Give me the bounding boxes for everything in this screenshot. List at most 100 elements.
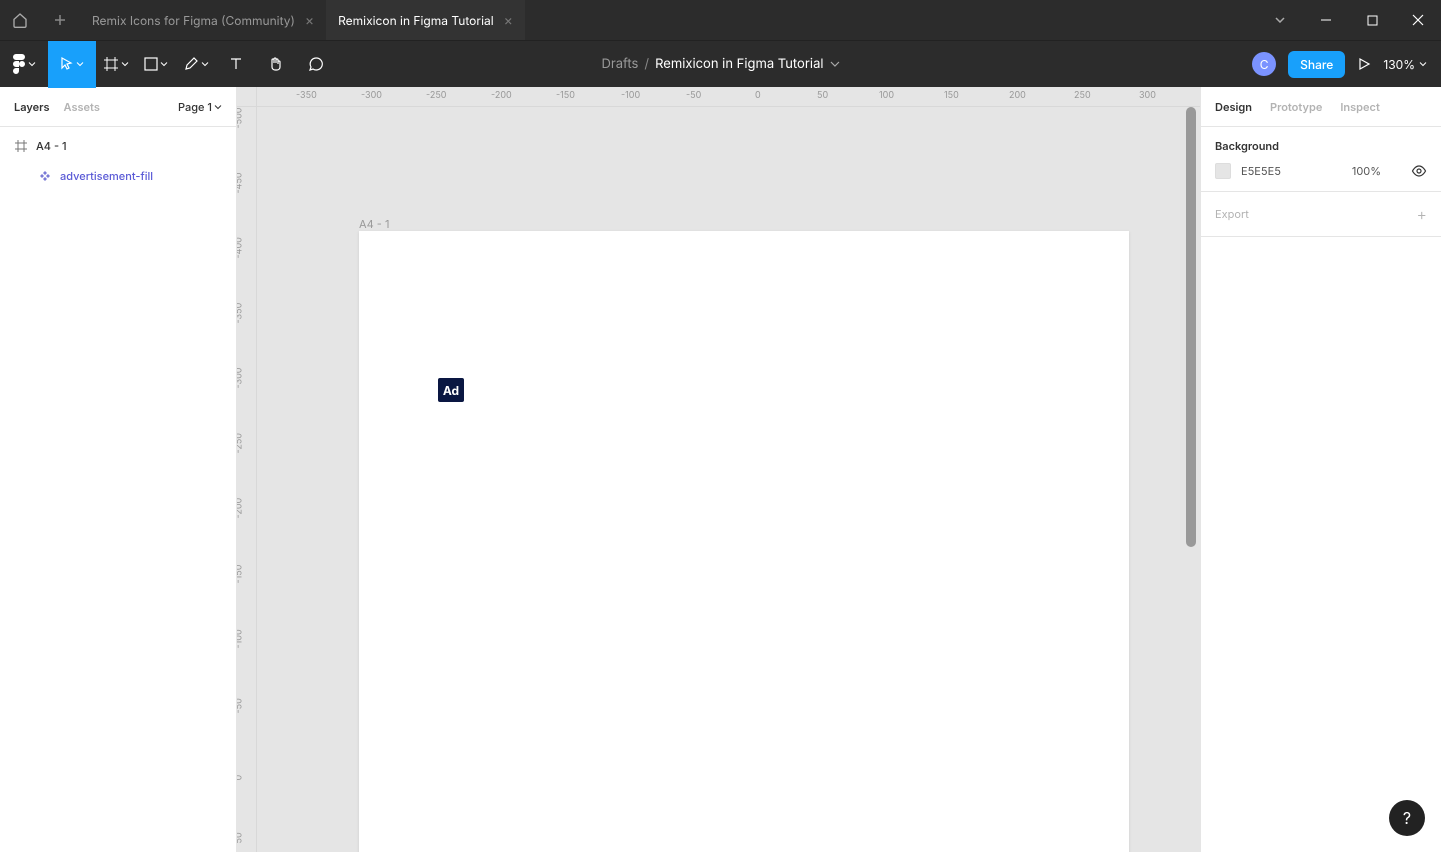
close-icon: [1412, 14, 1424, 26]
tabs-dropdown-button[interactable]: [1257, 0, 1303, 40]
right-panel: Design Prototype Inspect Background E5E5…: [1200, 87, 1441, 852]
layer-frame-row[interactable]: A4 - 1: [0, 131, 236, 161]
section-title: Background: [1215, 139, 1427, 153]
ruler-tick: -300: [361, 90, 382, 101]
tab-layers[interactable]: Layers: [14, 100, 50, 114]
ruler-corner: [237, 87, 257, 107]
zoom-dropdown[interactable]: 130%: [1383, 57, 1427, 72]
tab-label: Remix Icons for Figma (Community): [92, 13, 295, 28]
export-section: Export +: [1201, 192, 1441, 237]
right-panel-tabs: Design Prototype Inspect: [1201, 87, 1441, 127]
close-tab-icon[interactable]: ×: [305, 12, 314, 29]
chevron-down-icon: [1275, 17, 1285, 23]
canvas[interactable]: -350 -300 -250 -200 -150 -100 -50 0 50 1…: [237, 87, 1200, 852]
chevron-down-icon[interactable]: [830, 61, 840, 67]
ruler-tick: -250: [426, 90, 446, 101]
chevron-down-icon: [121, 60, 129, 68]
ruler-tick: -150: [237, 565, 245, 584]
ruler-tick: -500: [237, 108, 245, 129]
advertisement-fill-instance[interactable]: Ad: [438, 378, 464, 402]
color-hex[interactable]: E5E5E5: [1241, 164, 1281, 178]
layer-name: A4 - 1: [36, 139, 67, 153]
present-button[interactable]: [1357, 57, 1371, 71]
eye-icon: [1411, 165, 1427, 177]
page-dropdown[interactable]: Page 1: [178, 100, 222, 114]
frame-a4[interactable]: Ad: [359, 231, 1129, 852]
ruler-tick: 250: [1074, 90, 1091, 101]
pen-icon: [183, 56, 199, 72]
ruler-tick: 100: [879, 90, 894, 101]
ruler-tick: -450: [237, 172, 245, 193]
ruler-tick: 50: [817, 90, 828, 101]
ad-icon-text: Ad: [443, 383, 459, 398]
ruler-tick: -100: [237, 629, 245, 648]
frame-icon: [103, 56, 119, 72]
export-title: Export: [1215, 207, 1249, 221]
share-button[interactable]: Share: [1288, 51, 1345, 78]
ruler-tick: -150: [556, 90, 575, 101]
background-row: E5E5E5 100%: [1215, 163, 1427, 179]
toolbar-left: [0, 41, 336, 87]
tab-label: Remixicon in Figma Tutorial: [338, 13, 494, 28]
tab-assets[interactable]: Assets: [64, 100, 100, 114]
chevron-down-icon: [1419, 60, 1427, 68]
home-button[interactable]: [0, 0, 40, 40]
close-window-button[interactable]: [1395, 0, 1441, 40]
tab-prototype[interactable]: Prototype: [1270, 100, 1322, 114]
chevron-down-icon: [28, 60, 36, 68]
new-tab-button[interactable]: [40, 0, 80, 40]
chevron-down-icon: [76, 60, 84, 68]
layer-component-row[interactable]: advertisement-fill: [0, 161, 236, 191]
shape-tool-button[interactable]: [136, 41, 176, 88]
tab-inactive[interactable]: Remix Icons for Figma (Community) ×: [80, 0, 326, 40]
hand-tool-button[interactable]: [256, 41, 296, 88]
chevron-down-icon: [201, 60, 209, 68]
comment-tool-button[interactable]: [296, 41, 336, 88]
main-area: Layers Assets Page 1 A4 - 1 advertisemen…: [0, 87, 1441, 852]
close-tab-icon[interactable]: ×: [504, 12, 513, 29]
page-name: Page 1: [178, 100, 212, 114]
color-opacity[interactable]: 100%: [1352, 164, 1381, 178]
toolbar-right: C Share 130%: [1252, 51, 1441, 78]
home-icon: [12, 12, 28, 28]
ruler-tick: 0: [237, 775, 245, 781]
canvas-scrollbar[interactable]: [1186, 107, 1196, 547]
layer-name: advertisement-fill: [60, 169, 153, 183]
minimize-button[interactable]: [1303, 0, 1349, 40]
color-swatch[interactable]: [1215, 163, 1231, 179]
visibility-toggle[interactable]: [1411, 165, 1427, 177]
frame-label[interactable]: A4 - 1: [359, 217, 389, 231]
chevron-down-icon: [160, 60, 168, 68]
component-icon: [38, 169, 52, 183]
breadcrumb-file[interactable]: Remixicon in Figma Tutorial: [655, 56, 823, 72]
tab-inspect[interactable]: Inspect: [1340, 100, 1379, 114]
ruler-tick: -250: [237, 433, 245, 453]
ruler-tick: 50: [237, 832, 245, 843]
play-icon: [1357, 57, 1371, 71]
breadcrumb-folder[interactable]: Drafts: [601, 56, 638, 72]
cursor-icon: [60, 57, 74, 71]
maximize-button[interactable]: [1349, 0, 1395, 40]
frame-tool-button[interactable]: [96, 41, 136, 88]
move-tool-button[interactable]: [48, 41, 96, 88]
ruler-vertical: -500 -450 -400 -350 -300 -250 -200 -150 …: [237, 107, 257, 852]
tab-design[interactable]: Design: [1215, 100, 1252, 114]
ruler-tick: -200: [491, 90, 512, 101]
add-export-button[interactable]: +: [1417, 204, 1427, 224]
window-controls: [1257, 0, 1441, 40]
breadcrumb-separator: /: [644, 56, 649, 72]
minimize-icon: [1320, 14, 1332, 26]
main-menu-button[interactable]: [0, 41, 48, 88]
text-tool-button[interactable]: [216, 41, 256, 88]
user-avatar[interactable]: C: [1252, 52, 1276, 76]
toolbar: Drafts / Remixicon in Figma Tutorial C S…: [0, 40, 1441, 87]
help-button[interactable]: ?: [1389, 800, 1425, 836]
ruler-tick: -100: [621, 90, 640, 101]
ruler-tick: 0: [755, 90, 761, 101]
breadcrumb: Drafts / Remixicon in Figma Tutorial: [601, 56, 839, 72]
avatar-initial: C: [1260, 57, 1269, 72]
plus-icon: [54, 14, 66, 26]
pen-tool-button[interactable]: [176, 41, 216, 88]
ruler-horizontal: -350 -300 -250 -200 -150 -100 -50 0 50 1…: [257, 87, 1200, 107]
tab-active[interactable]: Remixicon in Figma Tutorial ×: [326, 0, 525, 40]
